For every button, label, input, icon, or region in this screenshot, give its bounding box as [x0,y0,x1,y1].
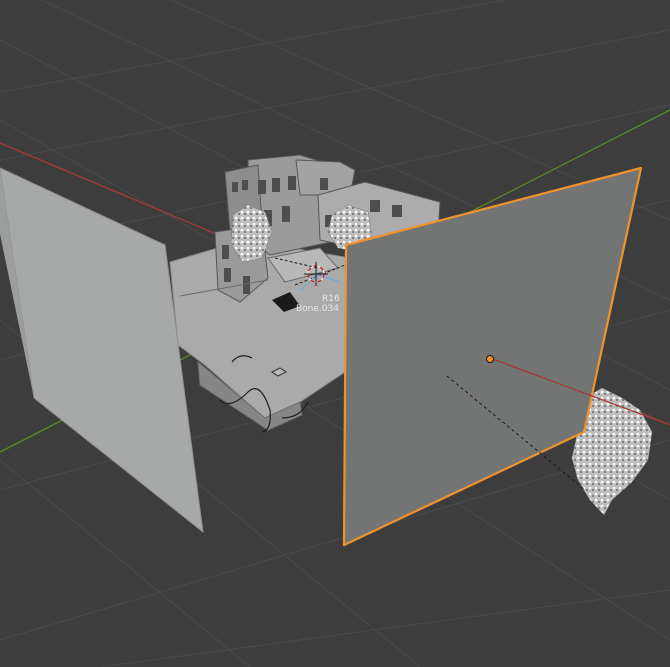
bone-label-bone-034: Bone.034 [296,304,339,314]
object-origin-dot[interactable] [486,355,494,363]
bone-label-r16: R16 [322,294,340,304]
3d-viewport[interactable]: R16 Bone.034 [0,0,670,667]
